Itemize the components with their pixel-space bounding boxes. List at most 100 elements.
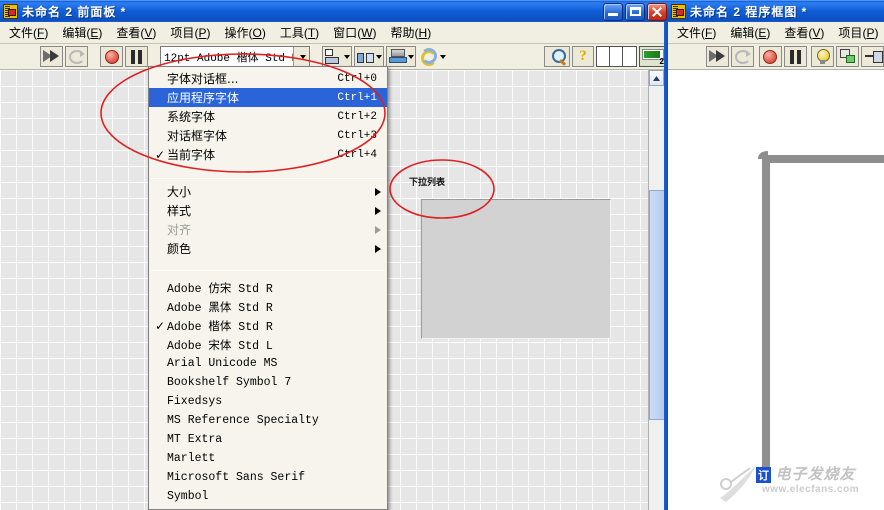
context-help-button[interactable]: ?: [572, 46, 594, 67]
retain-wire-values-button[interactable]: [836, 46, 859, 67]
menu-option-font-bookshelf-symbol-7[interactable]: Bookshelf Symbol 7: [149, 373, 387, 392]
block-diagram-titlebar[interactable]: 未命名 2 程序框图 *: [668, 0, 884, 22]
pane-cell-2: [610, 47, 623, 66]
front-panel-menubar: 文件(F) 编辑(E) 查看(V) 项目(P) 操作(O) 工具(T) 窗口(W…: [0, 22, 670, 44]
check-mark-icon: ✓: [154, 147, 166, 162]
bd-pause-button[interactable]: [783, 46, 807, 67]
bd-abort-button[interactable]: [758, 46, 782, 67]
scroll-up-button[interactable]: [649, 70, 664, 86]
abort-execution-icon: [104, 49, 119, 64]
resize-objects-icon: [388, 49, 407, 64]
menu-option-font-system[interactable]: System: [149, 506, 387, 509]
minimize-button[interactable]: [603, 2, 623, 21]
pause-button[interactable]: [125, 46, 148, 67]
font-combo-dropdown-button[interactable]: [293, 47, 309, 66]
bd-menu-item-view[interactable]: 查看(V): [777, 22, 831, 43]
dropdown-list-annotation-label: 下拉列表: [409, 178, 446, 188]
menu-option-size[interactable]: 大小: [149, 182, 387, 201]
reorder-button[interactable]: [418, 46, 448, 67]
chevron-down-icon: [343, 54, 350, 59]
menu-option-font-marlett[interactable]: Marlett: [149, 449, 387, 468]
run-button[interactable]: [40, 46, 63, 67]
bd-run-continuously-button[interactable]: [731, 46, 754, 67]
chevron-up-icon: [653, 75, 660, 81]
menu-item-operate[interactable]: 操作(O): [217, 22, 272, 43]
menu-item-window[interactable]: 窗口(W): [326, 22, 383, 43]
menu-option-color[interactable]: 颜色: [149, 239, 387, 258]
run-arrow-icon: [709, 49, 726, 64]
menu-option-font-adobe-kaiti[interactable]: ✓ Adobe 楷体 Std R: [149, 316, 387, 335]
menu-option-font-dialog[interactable]: 字体对话框... Ctrl+0: [149, 69, 387, 88]
menu-option-dialog-font[interactable]: 对话框字体 Ctrl+3: [149, 126, 387, 145]
menu-option-font-adobe-fangsong[interactable]: Adobe 仿宋 Std R: [149, 278, 387, 297]
distribute-objects-button[interactable]: [354, 46, 384, 67]
submenu-arrow-icon: [375, 207, 381, 215]
menu-option-font-ms-reference-specialty[interactable]: MS Reference Specialty: [149, 411, 387, 430]
search-button[interactable]: [544, 46, 570, 67]
step-into-icon: [864, 50, 883, 64]
submenu-arrow-icon: [375, 245, 381, 253]
bd-menu-item-file[interactable]: 文件(F): [670, 22, 723, 43]
menu-separator-2: [151, 270, 385, 271]
align-objects-icon: [324, 49, 342, 64]
distribute-objects-icon: [356, 49, 374, 64]
front-panel-grey-object[interactable]: [421, 199, 611, 339]
menu-item-project[interactable]: 项目(P): [163, 22, 217, 43]
bd-menu-item-project[interactable]: 项目(P): [831, 22, 884, 43]
step-into-button[interactable]: [861, 46, 884, 67]
menu-option-system-font[interactable]: 系统字体 Ctrl+2: [149, 107, 387, 126]
menu-option-style[interactable]: 样式: [149, 201, 387, 220]
abort-execution-icon: [763, 49, 777, 64]
bd-menu-item-edit[interactable]: 编辑(E): [723, 22, 777, 43]
block-diagram-canvas[interactable]: [668, 70, 884, 510]
maximize-button[interactable]: [625, 2, 645, 21]
menu-item-help[interactable]: 帮助(H): [384, 22, 439, 43]
menu-option-font-adobe-songti[interactable]: Adobe 宋体 Std L: [149, 335, 387, 354]
check-mark-icon: ✓: [154, 318, 166, 333]
run-arrow-icon: [43, 49, 60, 64]
menu-option-application-font[interactable]: 应用程序字体 Ctrl+1: [149, 88, 387, 107]
menu-option-font-arial-unicode-ms[interactable]: Arial Unicode MS: [149, 354, 387, 373]
font-menu-group-3: Adobe 仿宋 Std R Adobe 黑体 Std R ✓ Adobe 楷体…: [149, 274, 387, 509]
menu-option-font-adobe-heiti[interactable]: Adobe 黑体 Std R: [149, 297, 387, 316]
menu-item-file[interactable]: 文件(F): [2, 22, 55, 43]
font-combo[interactable]: 12pt Adobe 楷体 Std R: [160, 46, 310, 67]
menu-option-font-mt-extra[interactable]: MT Extra: [149, 430, 387, 449]
block-diagram-title: 未命名 2 程序框图 *: [690, 5, 808, 19]
run-continuously-button[interactable]: [65, 46, 88, 67]
chevron-down-icon: [407, 54, 414, 59]
front-panel-vscrollbar[interactable]: [648, 70, 665, 510]
submenu-arrow-icon: [375, 226, 381, 234]
menu-separator-1: [151, 178, 385, 179]
close-button[interactable]: [647, 2, 667, 21]
align-objects-button[interactable]: [322, 46, 352, 67]
chevron-down-icon: [375, 54, 382, 59]
font-combo-value: 12pt Adobe 楷体 Std R: [164, 52, 299, 65]
pause-icon: [789, 49, 802, 64]
front-panel-titlebar[interactable]: 未命名 2 前面板 *: [0, 0, 670, 22]
screenshot-root: 未命名 2 前面板 * 文件(F) 编辑(E) 查看(V) 项目(P) 操作(O…: [0, 0, 884, 510]
pane-cell-3: [623, 47, 636, 66]
resize-objects-button[interactable]: [386, 46, 416, 67]
menu-item-edit[interactable]: 编辑(E): [55, 22, 109, 43]
menu-option-current-font[interactable]: ✓ 当前字体 Ctrl+4: [149, 145, 387, 164]
font-menu-group-1: 字体对话框... Ctrl+0 应用程序字体 Ctrl+1 系统字体 Ctrl+…: [149, 69, 387, 164]
run-continuously-icon: [734, 49, 751, 64]
chevron-down-icon: [439, 54, 446, 59]
menu-item-view[interactable]: 查看(V): [109, 22, 163, 43]
bd-run-button[interactable]: [706, 46, 729, 67]
highlight-execution-button[interactable]: [811, 46, 834, 67]
block-diagram-toolbar: [668, 44, 884, 70]
menu-item-tools[interactable]: 工具(T): [273, 22, 326, 43]
vi-icon-pane[interactable]: 2: [639, 46, 667, 67]
font-dropdown-menu[interactable]: 字体对话框... Ctrl+0 应用程序字体 Ctrl+1 系统字体 Ctrl+…: [148, 66, 388, 510]
menu-option-font-microsoft-sans-serif[interactable]: Microsoft Sans Serif: [149, 468, 387, 487]
window-panes-indicator[interactable]: [596, 46, 637, 67]
context-help-icon: ?: [579, 48, 587, 64]
menu-option-font-symbol[interactable]: Symbol: [149, 487, 387, 506]
abort-button[interactable]: [100, 46, 123, 67]
watermark-badge: 订: [756, 467, 771, 483]
block-diagram-menubar: 文件(F) 编辑(E) 查看(V) 项目(P): [668, 22, 884, 44]
front-panel-scroll-thumb[interactable]: [649, 190, 665, 420]
menu-option-font-fixedsys[interactable]: Fixedsys: [149, 392, 387, 411]
